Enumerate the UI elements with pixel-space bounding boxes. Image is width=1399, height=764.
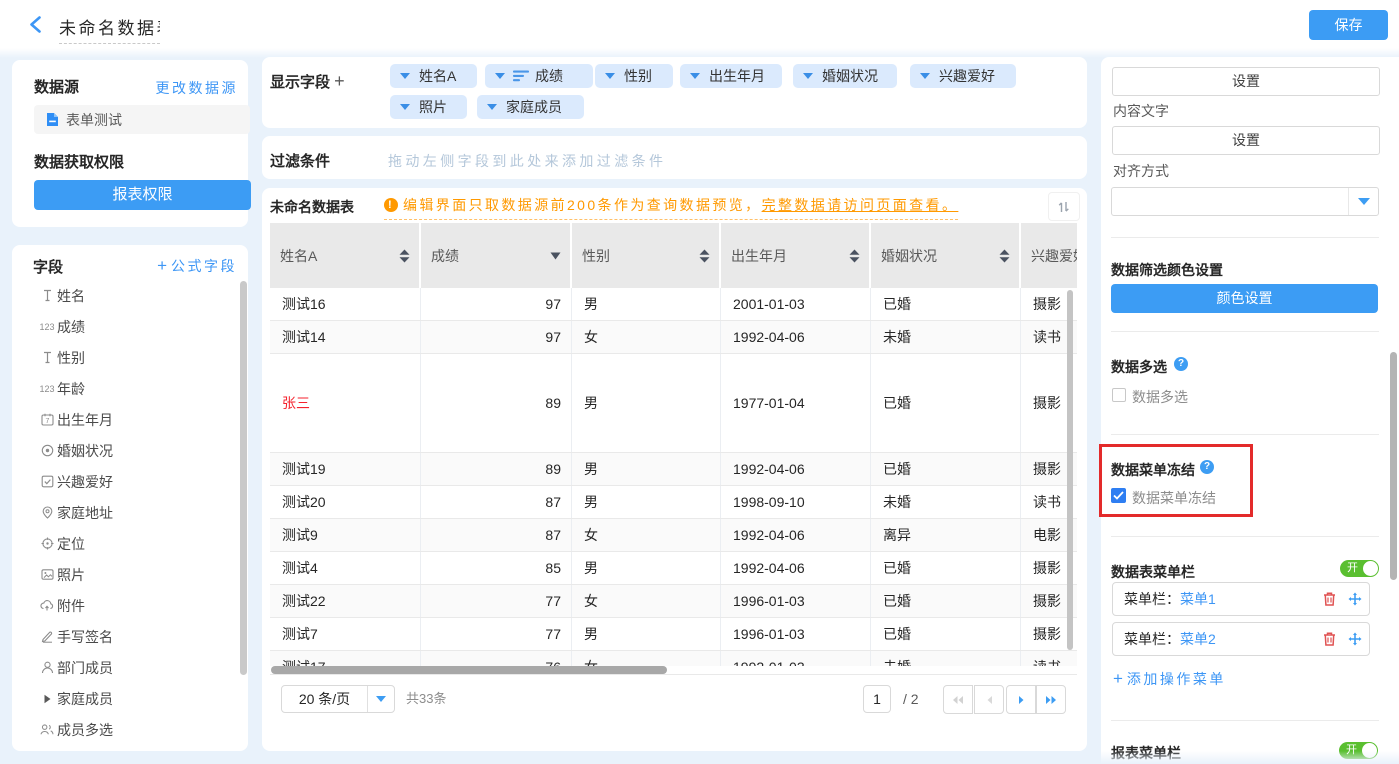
svg-text:7: 7	[45, 418, 49, 425]
